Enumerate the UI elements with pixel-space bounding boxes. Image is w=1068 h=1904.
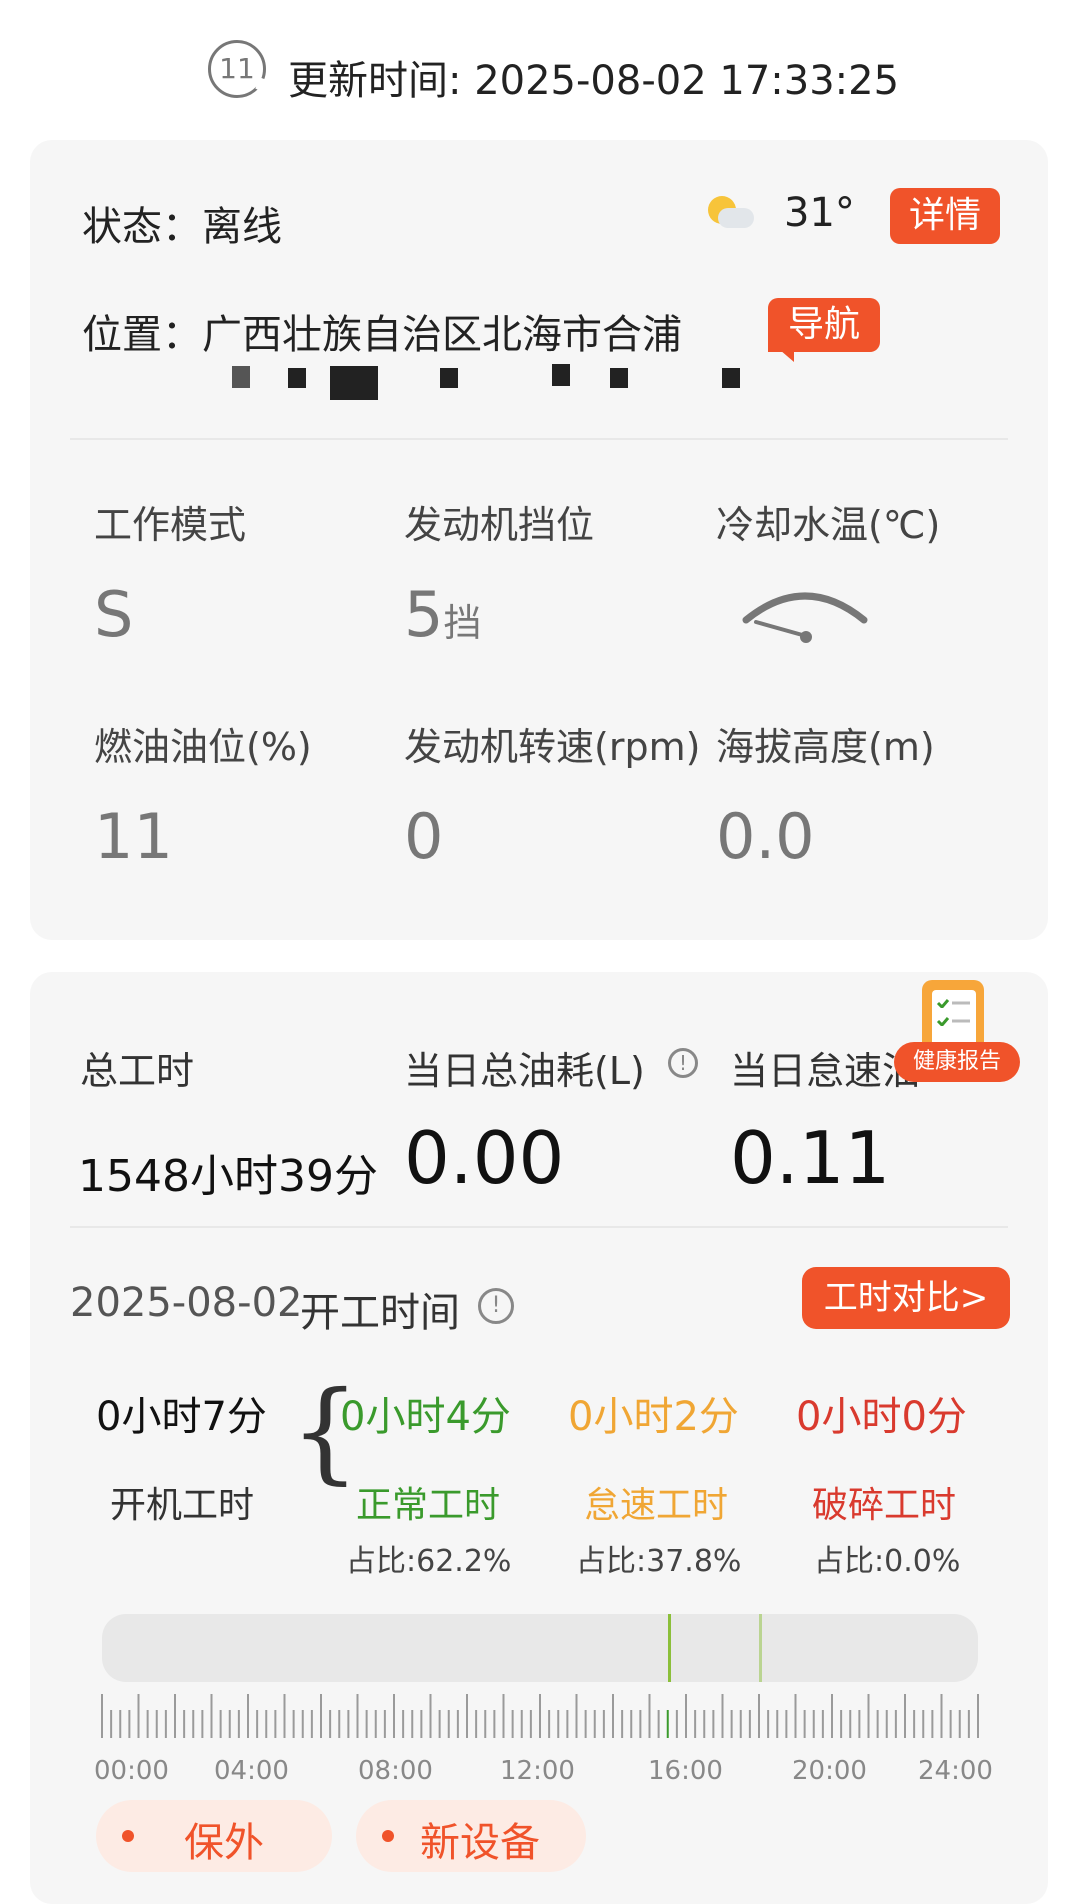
daily-fuel-label: 当日总油耗(L) (404, 1049, 645, 1093)
tag-label: 新设备 (420, 1820, 540, 1866)
idle-fuel-value: 0.11 (730, 1116, 891, 1200)
timeline-ruler (101, 1694, 979, 1738)
info-icon[interactable]: ! (668, 1048, 698, 1078)
divider (70, 438, 1008, 440)
worktime-date: 2025-08-02 (70, 1280, 303, 1326)
health-report-badge[interactable]: 健康报告 (894, 980, 1020, 1100)
partly-cloudy-icon (708, 196, 756, 232)
detail-button[interactable]: 详情 (890, 188, 1000, 244)
metric-value-altitude: 0.0 (716, 800, 815, 873)
worktime-title: 开工时间 (300, 1290, 460, 1336)
info-icon[interactable]: ! (478, 1288, 514, 1324)
tag-label: 保外 (184, 1820, 264, 1866)
divider (70, 1226, 1008, 1228)
metric-label-work-mode: 工作模式 (94, 503, 247, 547)
metric-label-engine-rpm: 发动机转速(rpm) (404, 725, 701, 769)
status-text: 状态：离线 (82, 204, 282, 250)
health-report-label: 健康报告 (894, 1042, 1020, 1082)
worktime-compare-button[interactable]: 工时对比> (802, 1267, 1010, 1329)
metric-label-engine-gear: 发动机挡位 (404, 503, 595, 547)
temperature: 31° (784, 190, 855, 236)
metric-value-engine-gear: 5挡 (404, 578, 482, 651)
update-time: 更新时间: 2025-08-02 17:33:25 (288, 58, 900, 104)
total-worktime-value: 0小时7分 (96, 1394, 267, 1440)
timeline-work-marker (668, 1614, 671, 1682)
worktime-timeline-bar[interactable] (102, 1614, 978, 1682)
metric-value-fuel-level: 11 (94, 800, 173, 873)
timeline-tick-label: 24:00 (918, 1756, 993, 1786)
daily-fuel-value: 0.00 (404, 1116, 565, 1200)
redacted-address (330, 366, 378, 400)
top-bar: 11 更新时间: 2025-08-02 17:33:25 (0, 0, 1068, 140)
timeline-work-marker (759, 1614, 762, 1682)
timeline-tick-label: 00:00 (94, 1756, 169, 1786)
break-worktime-value: 0小时0分 (796, 1394, 967, 1440)
timeline-tick-label: 16:00 (648, 1756, 723, 1786)
metric-value-engine-rpm: 0 (404, 800, 444, 873)
timeline-tick-label: 04:00 (214, 1756, 289, 1786)
redacted-address (288, 368, 306, 388)
tag-warranty-expired: 保外 (96, 1800, 332, 1872)
location-text: 位置：广西壮族自治区北海市合浦 (82, 312, 682, 358)
coolant-gauge-icon (742, 592, 868, 643)
break-worktime-ratio: 占比:0.0% (814, 1544, 961, 1579)
metric-value-work-mode: S (94, 578, 134, 651)
metric-label-coolant-temp: 冷却水温(℃) (716, 503, 941, 547)
navigate-button[interactable]: 导航 (768, 298, 880, 352)
tag-dot-icon (382, 1830, 394, 1842)
idle-worktime-value: 0小时2分 (568, 1394, 739, 1440)
metric-label-altitude: 海拔高度(m) (716, 725, 935, 769)
total-hours-label: 总工时 (80, 1049, 195, 1093)
normal-worktime-value: 0小时4分 (340, 1394, 511, 1440)
metric-label-fuel-level: 燃油油位(%) (94, 725, 312, 769)
idle-fuel-label: 当日怠速油 (730, 1049, 921, 1093)
normal-worktime-ratio: 占比:62.2% (346, 1544, 512, 1579)
timeline-tick-label: 20:00 (792, 1756, 867, 1786)
tag-dot-icon (122, 1830, 134, 1842)
total-worktime-label: 开机工时 (110, 1485, 255, 1526)
redacted-address (440, 368, 458, 388)
redacted-address (552, 364, 570, 386)
break-worktime-label: 破碎工时 (812, 1485, 957, 1526)
redacted-address (232, 366, 250, 388)
redacted-address (722, 368, 740, 388)
timeline-tick-label: 12:00 (500, 1756, 575, 1786)
normal-worktime-label: 正常工时 (356, 1485, 501, 1526)
idle-worktime-label: 怠速工时 (584, 1485, 729, 1526)
total-hours-value: 1548小时39分 (78, 1151, 378, 1202)
timeline-tick-label: 08:00 (358, 1756, 433, 1786)
redacted-address (610, 368, 628, 388)
tag-new-device: 新设备 (356, 1800, 586, 1872)
idle-worktime-ratio: 占比:37.8% (576, 1544, 742, 1579)
refresh-countdown-icon[interactable]: 11 (208, 40, 266, 98)
